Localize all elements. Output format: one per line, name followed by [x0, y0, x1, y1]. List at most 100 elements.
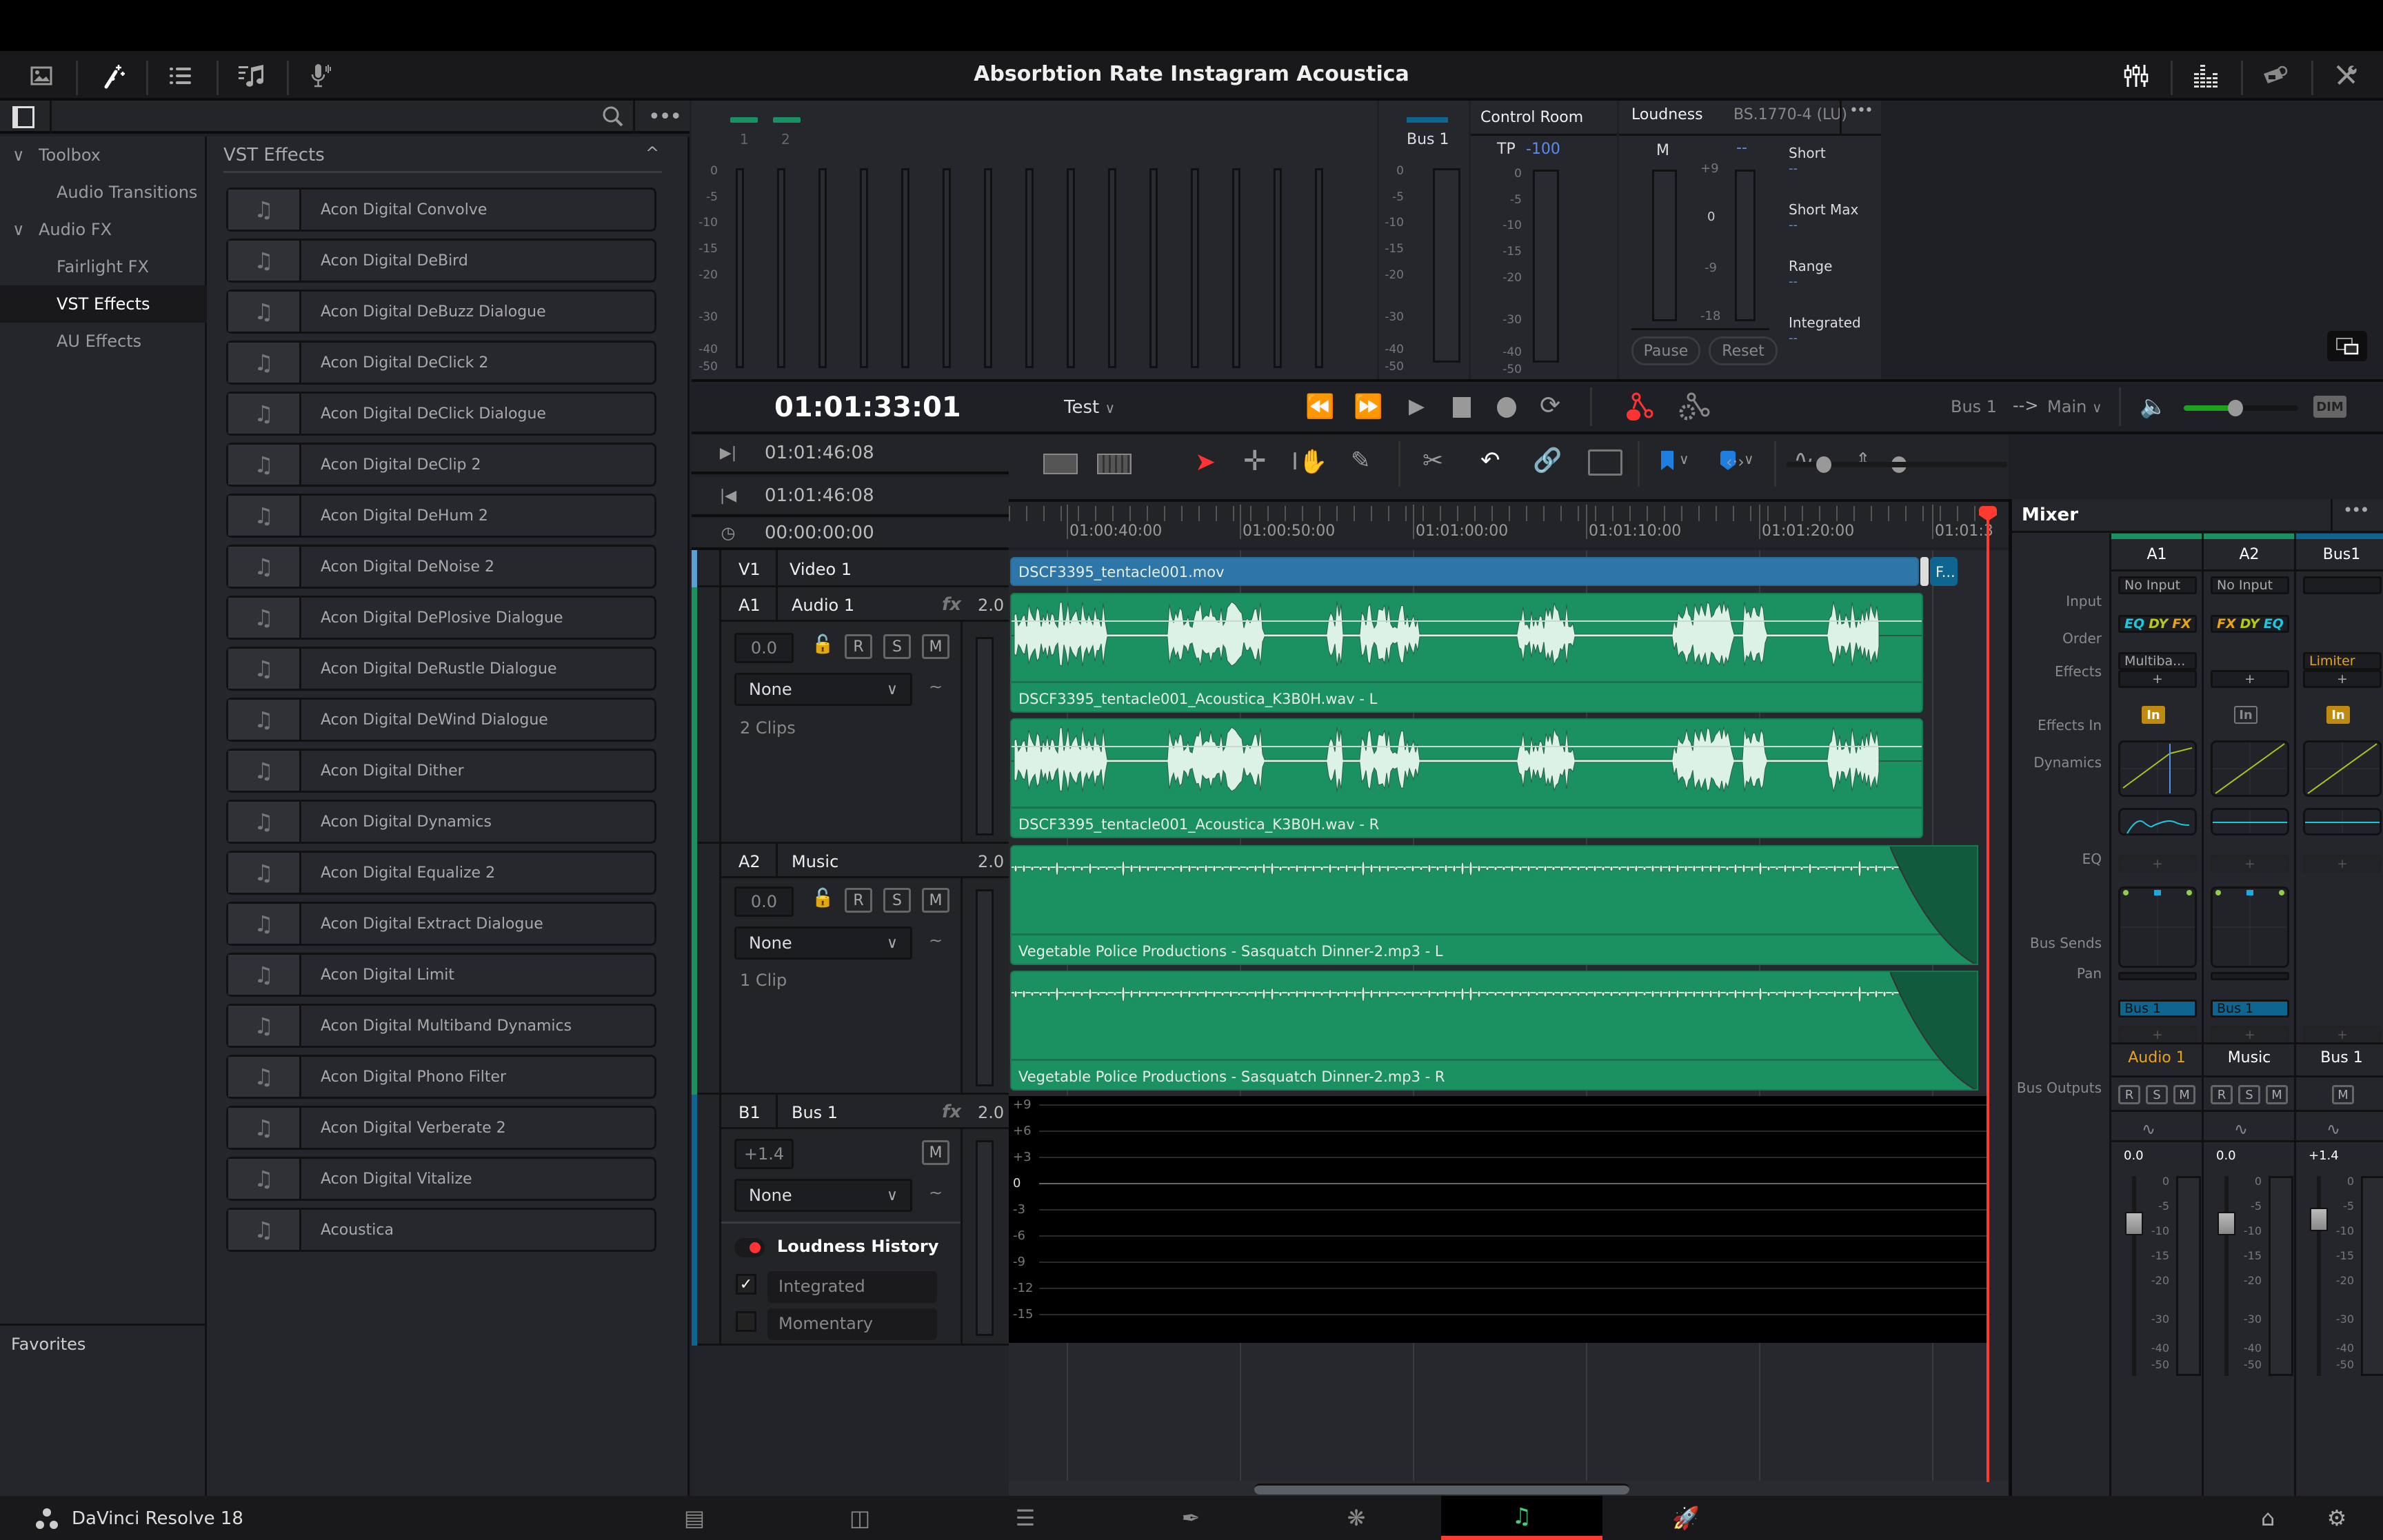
edit-page-icon[interactable]: ☰	[987, 1496, 1063, 1540]
fade-out-handle[interactable]	[1890, 847, 1978, 965]
solo-button[interactable]: S	[2146, 1085, 2168, 1104]
record-arm-button[interactable]: R	[2211, 1085, 2233, 1104]
add-bus-output-button[interactable]: +	[2303, 1026, 2382, 1044]
effect-item[interactable]: ♫ Acon Digital Verberate 2	[226, 1106, 656, 1150]
index-icon[interactable]	[160, 58, 201, 94]
automation-curve-icon[interactable]: ∿	[2234, 1119, 2248, 1139]
tree-item-vst-effects[interactable]: VST Effects	[0, 285, 207, 323]
video-clip[interactable]: F...1	[1930, 557, 1958, 586]
pan-control[interactable]	[2118, 886, 2197, 968]
effect-item[interactable]: ♫ Acon Digital Dynamics	[226, 800, 656, 844]
effect-item[interactable]: ♫ Acon Digital Limit	[226, 953, 656, 997]
pencil-icon[interactable]: ✎	[1351, 447, 1371, 474]
effect-item[interactable]: ♫ Acon Digital Convolve	[226, 188, 656, 232]
add-effect-button[interactable]: +	[2118, 670, 2197, 688]
razor-icon[interactable]: ✂	[1422, 447, 1443, 475]
record-arm-button[interactable]: R	[845, 888, 872, 913]
automation-dropdown[interactable]: None ∨	[734, 1179, 912, 1212]
automation-curve-icon[interactable]: ∿	[2326, 1119, 2340, 1139]
fx-icon[interactable]: fx	[942, 1102, 961, 1122]
processing-order[interactable]: EQ DY FX	[2118, 615, 2197, 633]
play-icon[interactable]: ▶	[1409, 394, 1425, 418]
inspector-icon[interactable]	[2325, 58, 2366, 94]
mark-in-icon[interactable]: ▶|	[692, 445, 765, 462]
automation-dropdown[interactable]: None ∨	[734, 673, 912, 706]
momentary-checkbox[interactable]	[736, 1311, 756, 1332]
add-effect-button[interactable]: +	[2303, 670, 2382, 688]
timeline-selector[interactable]: Test ∨	[1064, 397, 1115, 418]
add-effect-button[interactable]: +	[2211, 670, 2289, 688]
track-name[interactable]: Audio 1	[792, 596, 854, 615]
more-options-icon[interactable]: •••	[2343, 500, 2369, 520]
more-options-icon[interactable]: •••	[648, 105, 682, 129]
mute-button[interactable]: M	[922, 634, 949, 659]
processing-order[interactable]: FX DY EQ	[2211, 615, 2289, 633]
record-arm-button[interactable]: R	[845, 634, 872, 659]
automation-record-icon[interactable]	[1622, 392, 1661, 425]
flag-icon[interactable]	[1661, 451, 1673, 470]
media-pool-icon[interactable]	[21, 58, 62, 94]
channel-name[interactable]: Music	[2204, 1049, 2295, 1066]
scrollbar-thumb[interactable]	[1254, 1483, 1629, 1495]
pause-button[interactable]: Pause	[1631, 336, 1700, 365]
input-selector[interactable]: No Input	[2118, 576, 2197, 594]
mark-out-icon[interactable]: |◀	[692, 487, 765, 505]
chevron-down-icon[interactable]: ∨	[1744, 451, 1754, 467]
integrated-option[interactable]: Integrated	[767, 1271, 937, 1303]
fader-knob[interactable]	[2125, 1212, 2143, 1235]
audio-clip-a1-left[interactable]: DSCF3395_tentacle001_Acoustica_K3B0H.wav…	[1010, 593, 1923, 713]
mute-button[interactable]: M	[2332, 1085, 2354, 1104]
effects-in-button[interactable]: In	[2326, 706, 2350, 724]
record-arm-button[interactable]: R	[2118, 1085, 2140, 1104]
collapse-icon[interactable]: ^	[645, 143, 659, 163]
effects-in-button[interactable]: In	[2234, 706, 2258, 724]
slider-knob[interactable]	[1816, 456, 1831, 473]
add-bus-output-button[interactable]: +	[2118, 1026, 2197, 1044]
color-page-icon[interactable]: ❋	[1318, 1496, 1394, 1540]
effect-item[interactable]: ♫ Acon Digital Dither	[226, 749, 656, 793]
fade-out-handle[interactable]	[1890, 972, 1978, 1091]
home-icon[interactable]: ⌂	[2230, 1496, 2306, 1540]
integrated-checkbox[interactable]: ✓	[736, 1274, 756, 1295]
effect-item[interactable]: ♫ Acon Digital DeBuzz Dialogue	[226, 290, 656, 334]
metadata-icon[interactable]	[2255, 58, 2296, 94]
mute-button[interactable]: M	[2266, 1085, 2288, 1104]
selection-tool-icon[interactable]: ➤	[1195, 448, 1216, 476]
audio-clip-a1-right[interactable]: DSCF3395_tentacle001_Acoustica_K3B0H.wav…	[1010, 718, 1923, 838]
cut-page-icon[interactable]: ◫	[822, 1496, 898, 1540]
playhead-line[interactable]	[1987, 517, 1989, 1482]
add-bus-send-button[interactable]: +	[2211, 855, 2289, 873]
fusion-page-icon[interactable]: ✒	[1153, 1496, 1229, 1540]
edit-selection-tool-icon[interactable]: I✋	[1291, 448, 1327, 476]
sidebar-toggle-icon[interactable]	[12, 106, 34, 128]
audio-clip-a2-right[interactable]: Vegetable Police Productions - Sasquatch…	[1010, 971, 1978, 1091]
audio-clip-a2-left[interactable]: Vegetable Police Productions - Sasquatch…	[1010, 845, 1978, 965]
fader-knob[interactable]	[2310, 1208, 2328, 1231]
loop-icon[interactable]: ⟳	[1540, 392, 1560, 420]
mute-button[interactable]: M	[922, 1140, 949, 1165]
monitor-destination[interactable]: Main ∨	[2047, 397, 2102, 416]
track-name[interactable]: Video 1	[790, 560, 852, 579]
layout-view-icon[interactable]	[1043, 454, 1078, 474]
pan-slider[interactable]	[2118, 972, 2197, 980]
bus-output-button[interactable]: Bus 1	[2118, 1000, 2197, 1017]
eq-graph[interactable]	[2211, 808, 2289, 835]
waveform-zoom-icon[interactable]: ∿	[1793, 445, 1814, 474]
effect-slot[interactable]: Multiba...	[2118, 652, 2197, 670]
momentary-option[interactable]: Momentary	[767, 1308, 937, 1340]
track-header-a2[interactable]: A2 Music 2.0 0.0 🔓 R S M None ∨ ∼ 1 Clip	[692, 844, 1009, 1095]
tree-item-au-effects[interactable]: AU Effects	[0, 323, 207, 360]
search-icon[interactable]	[601, 105, 625, 128]
solo-button[interactable]: S	[883, 888, 911, 913]
mixer-icon[interactable]	[2115, 58, 2157, 94]
transition-icon[interactable]	[1920, 557, 1929, 586]
rewind-icon[interactable]: ⏪	[1305, 393, 1334, 421]
favorites-section[interactable]: Favorites	[0, 1324, 207, 1362]
track-header-b1[interactable]: B1 Bus 1 fx 2.0 +1.4 M None ∨ ∼ Loudness …	[692, 1095, 1009, 1346]
track-name[interactable]: Music	[792, 852, 838, 871]
lock-icon[interactable]: 🔓	[812, 888, 834, 909]
effect-slot[interactable]: Limiter	[2303, 652, 2382, 670]
chevron-down-icon[interactable]: ∨	[1679, 451, 1689, 467]
timeline-area[interactable]: DSCF3395_tentacle001.mov F...1 DSCF3395_…	[1009, 550, 2009, 1496]
effect-item[interactable]: ♫ Acon Digital DeNoise 2	[226, 545, 656, 589]
